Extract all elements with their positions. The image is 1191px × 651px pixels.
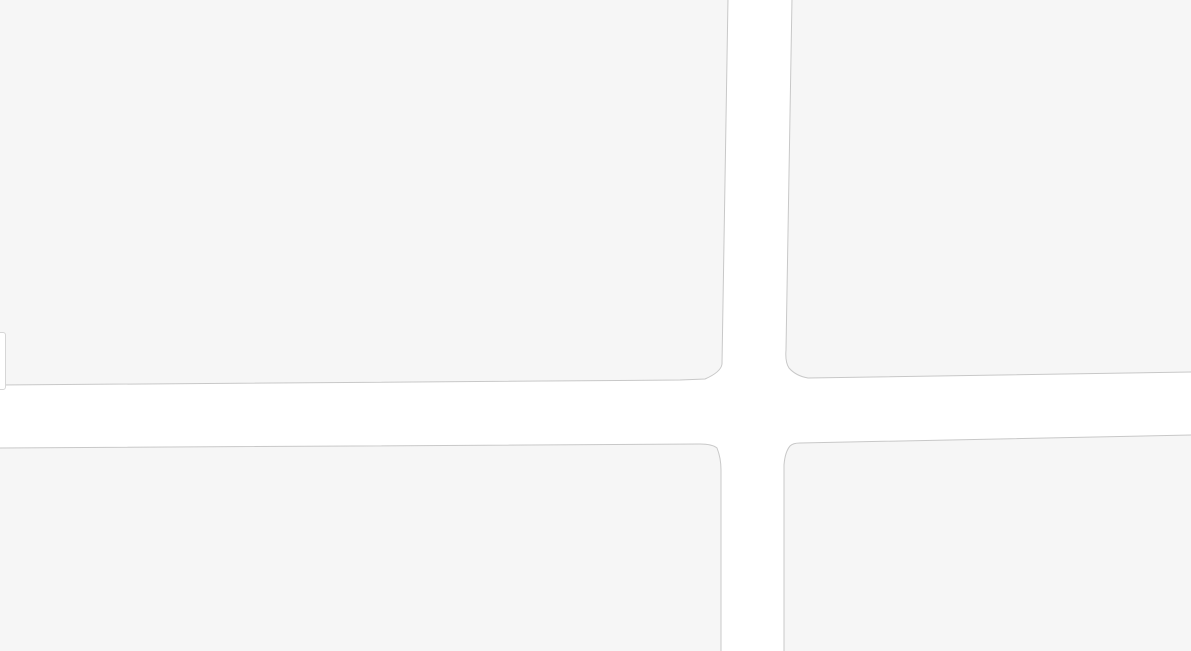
map-view[interactable]	[0, 0, 1191, 651]
city-block-north-east[interactable]	[785, 0, 1191, 379]
map-canvas[interactable]	[0, 0, 1191, 651]
map-edge-control-tab[interactable]	[0, 332, 6, 390]
street-horizontal[interactable]	[0, 382, 1191, 444]
city-block-north-west[interactable]	[0, 0, 729, 386]
city-block-south-west[interactable]	[0, 443, 722, 651]
city-block-south-east[interactable]	[783, 434, 1191, 651]
street-vertical[interactable]	[722, 0, 786, 651]
